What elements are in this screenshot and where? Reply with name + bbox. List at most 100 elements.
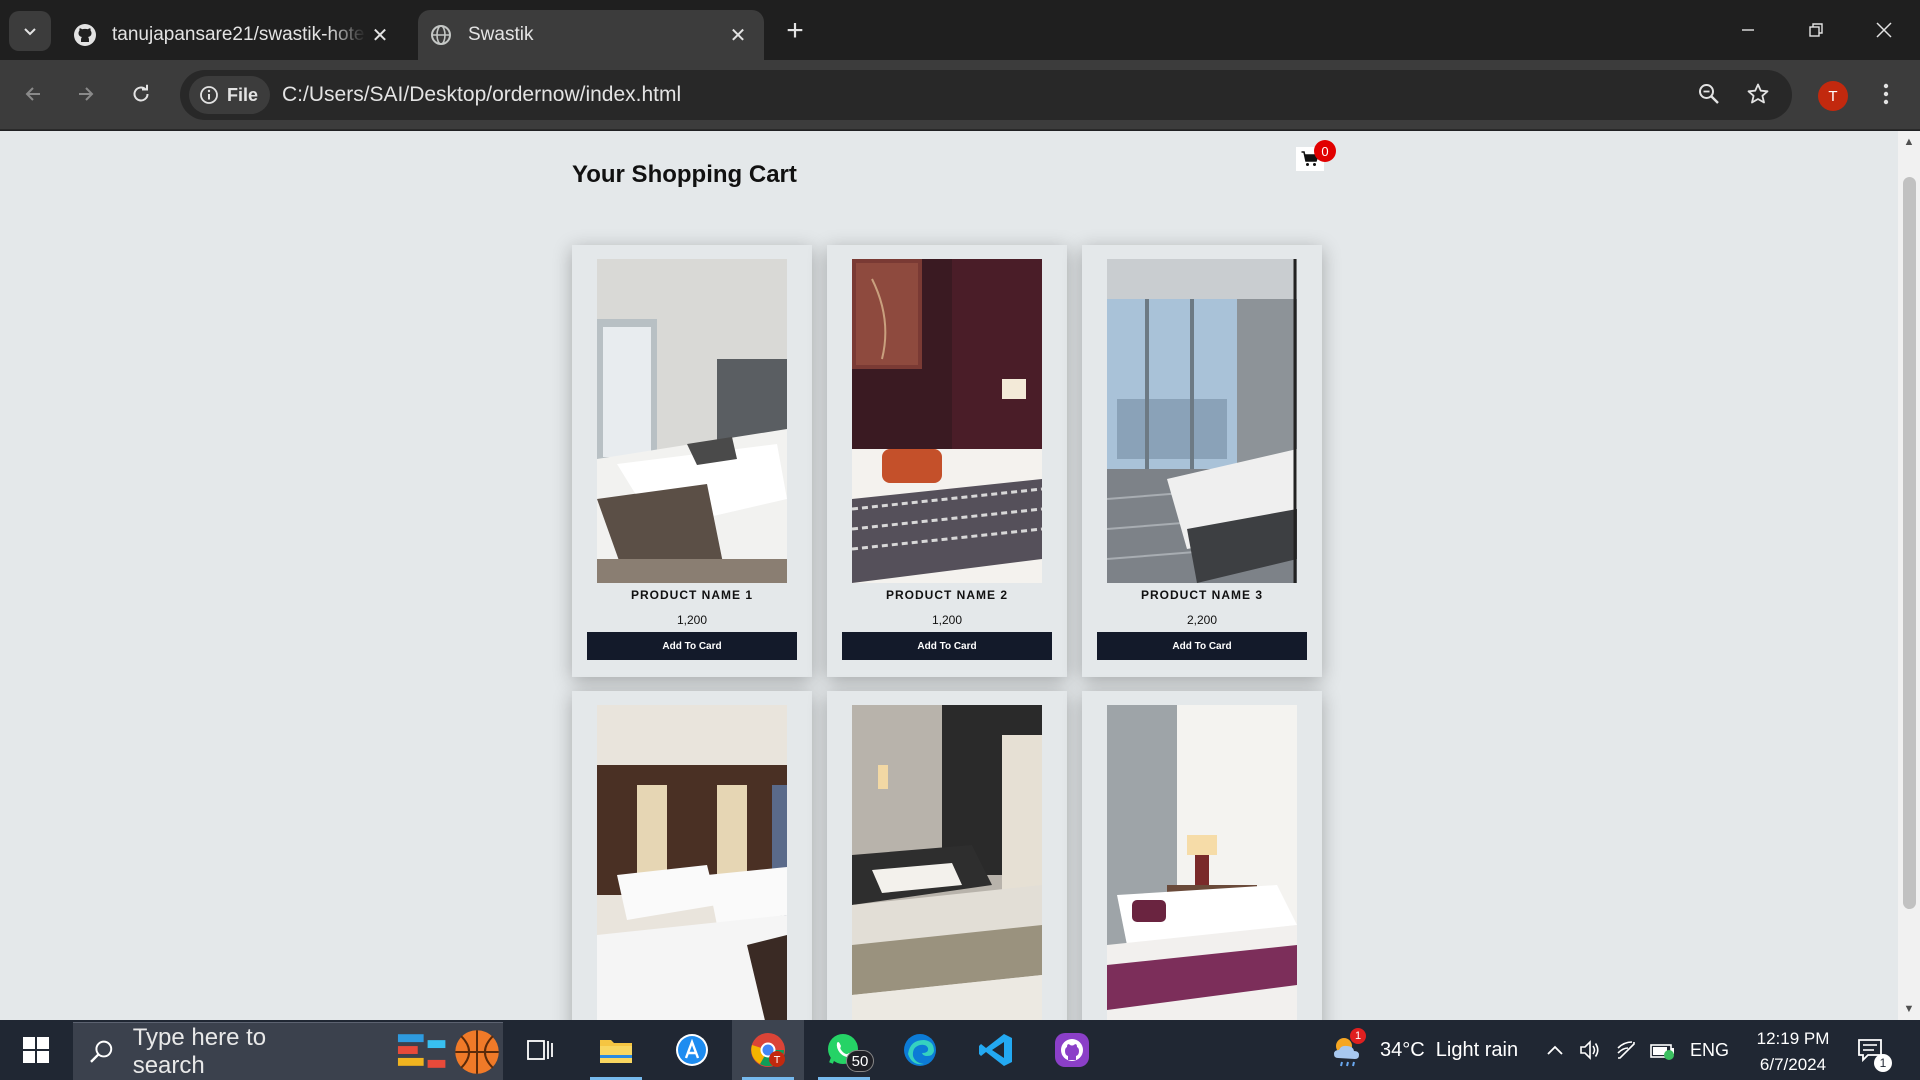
taskbar-vscode[interactable] — [960, 1020, 1032, 1080]
vertical-scrollbar[interactable]: ▲ ▼ — [1898, 131, 1920, 1020]
chip-label: File — [227, 84, 259, 105]
windows-icon — [23, 1037, 49, 1063]
close-tab-icon[interactable]: ✕ — [366, 21, 394, 49]
kebab-menu-icon — [1883, 83, 1889, 105]
profile-avatar[interactable]: T — [1818, 81, 1848, 111]
close-tab-icon[interactable]: ✕ — [724, 21, 752, 49]
taskbar-chrome[interactable]: T — [732, 1020, 804, 1080]
url-text[interactable]: C:/Users/SAI/Desktop/ordernow/index.html — [282, 83, 681, 107]
weather-widget[interactable]: 1 34°C Light rain — [1330, 1020, 1518, 1080]
product-price: 2,200 — [1186, 613, 1218, 627]
taskbar-edge[interactable] — [884, 1020, 956, 1080]
tab-github[interactable]: tanujapansare21/swastik-hotel- ✕ — [62, 10, 406, 60]
chevron-up-icon[interactable] — [1544, 1039, 1566, 1061]
forward-button[interactable] — [66, 74, 106, 114]
product-card: PRODUCT NAME 1 1,200 Add To Card — [572, 245, 812, 677]
add-to-cart-button[interactable]: Add To Card — [1097, 632, 1307, 660]
taskbar-search[interactable]: Type here to search — [73, 1022, 503, 1080]
reload-button[interactable] — [121, 74, 161, 114]
globe-icon — [428, 22, 454, 48]
product-image — [852, 259, 1042, 583]
scroll-down-icon[interactable]: ▼ — [1898, 998, 1920, 1020]
product-image — [597, 259, 787, 583]
bookmark-button[interactable] — [1738, 74, 1778, 114]
edge-icon — [904, 1034, 936, 1066]
scroll-up-icon[interactable]: ▲ — [1898, 131, 1920, 153]
tab-title: tanujapansare21/swastik-hotel- — [112, 24, 366, 45]
reload-icon — [133, 84, 149, 102]
wifi-icon[interactable] — [1614, 1038, 1638, 1062]
weather-alert-badge: 1 — [1350, 1028, 1366, 1044]
folder-icon — [600, 1040, 632, 1063]
search-highlight-icon — [398, 1029, 500, 1074]
tab-title: Swastik — [468, 24, 534, 45]
page-viewport: Your Shopping Cart 0 PRODUCT NAME 1 1,20… — [0, 131, 1920, 1020]
battery-icon[interactable] — [1650, 1038, 1676, 1062]
product-image — [1107, 705, 1297, 1020]
svg-text:T: T — [773, 1055, 781, 1066]
weather-text: 34°C Light rain — [1380, 1038, 1519, 1061]
start-button[interactable] — [0, 1020, 72, 1080]
star-icon — [1747, 83, 1769, 104]
add-to-cart-button[interactable]: Add To Card — [587, 632, 797, 660]
product-price: 1,200 — [676, 613, 708, 627]
product-name: PRODUCT NAME 2 — [885, 588, 1008, 602]
product-card — [1082, 691, 1322, 1020]
new-tab-button[interactable]: + — [778, 14, 812, 48]
system-tray: ENG — [1544, 1020, 1729, 1080]
zoom-icon — [1699, 84, 1719, 104]
tab-search-button[interactable] — [9, 11, 51, 51]
whatsapp-badge: 50 — [846, 1050, 874, 1072]
browser-toolbar: File C:/Users/SAI/Desktop/ordernow/index… — [0, 60, 1920, 130]
add-to-cart-button[interactable]: Add To Card — [842, 632, 1052, 660]
site-info-chip[interactable]: File — [189, 76, 271, 114]
product-image — [1107, 259, 1297, 583]
close-window-button[interactable] — [1850, 0, 1918, 60]
forward-arrow-icon — [79, 87, 94, 101]
product-name: PRODUCT NAME 3 — [1140, 588, 1263, 602]
restore-icon — [1809, 23, 1823, 37]
tab-strip: tanujapansare21/swastik-hotel- ✕ Swastik… — [0, 0, 1920, 60]
cart-count-badge: 0 — [1314, 140, 1336, 162]
address-bar[interactable]: File C:/Users/SAI/Desktop/ordernow/index… — [180, 70, 1792, 120]
back-arrow-icon — [25, 87, 40, 101]
scrollbar-thumb[interactable] — [1903, 177, 1916, 909]
product-image — [852, 705, 1042, 1020]
chrome-icon: T — [751, 1033, 785, 1067]
notification-center-button[interactable]: 1 — [1856, 1020, 1892, 1080]
zoom-button[interactable] — [1689, 74, 1729, 114]
clock[interactable]: 12:19 PM 6/7/2024 — [1748, 1026, 1838, 1078]
taskbar-whatsapp[interactable]: 50 — [808, 1020, 880, 1080]
taskbar-app-store[interactable] — [656, 1020, 728, 1080]
minimize-icon — [1742, 29, 1754, 31]
page-title: Your Shopping Cart — [572, 161, 797, 188]
product-card — [827, 691, 1067, 1020]
close-icon — [1876, 22, 1892, 38]
date-text: 6/7/2024 — [1759, 1055, 1827, 1074]
menu-button[interactable] — [1866, 74, 1906, 114]
product-card: PRODUCT NAME 3 2,200 Add To Card — [1082, 245, 1322, 677]
vscode-icon — [979, 1034, 1012, 1066]
taskbar: Type here to search T 50 1 34°C Light ra… — [0, 1020, 1920, 1080]
search-icon — [90, 1040, 113, 1063]
restore-button[interactable] — [1782, 0, 1850, 60]
volume-icon[interactable] — [1578, 1038, 1602, 1062]
task-view-icon — [527, 1040, 553, 1060]
back-button[interactable] — [13, 74, 53, 114]
product-card — [572, 691, 812, 1020]
minimize-button[interactable] — [1714, 0, 1782, 60]
product-card: PRODUCT NAME 2 1,200 Add To Card — [827, 245, 1067, 677]
product-image — [597, 705, 787, 1020]
info-icon — [200, 86, 218, 104]
github-icon — [72, 22, 98, 48]
language-indicator[interactable]: ENG — [1690, 1040, 1729, 1061]
app-store-icon — [676, 1034, 708, 1066]
product-name: PRODUCT NAME 1 — [630, 588, 753, 602]
github-desktop-icon — [1055, 1033, 1089, 1067]
product-price: 1,200 — [931, 613, 963, 627]
taskbar-github-desktop[interactable] — [1036, 1020, 1108, 1080]
task-view-button[interactable] — [504, 1020, 576, 1080]
time-text: 12:19 PM — [1756, 1029, 1830, 1048]
taskbar-file-explorer[interactable] — [580, 1020, 652, 1080]
tab-swastik[interactable]: Swastik ✕ — [418, 10, 764, 60]
